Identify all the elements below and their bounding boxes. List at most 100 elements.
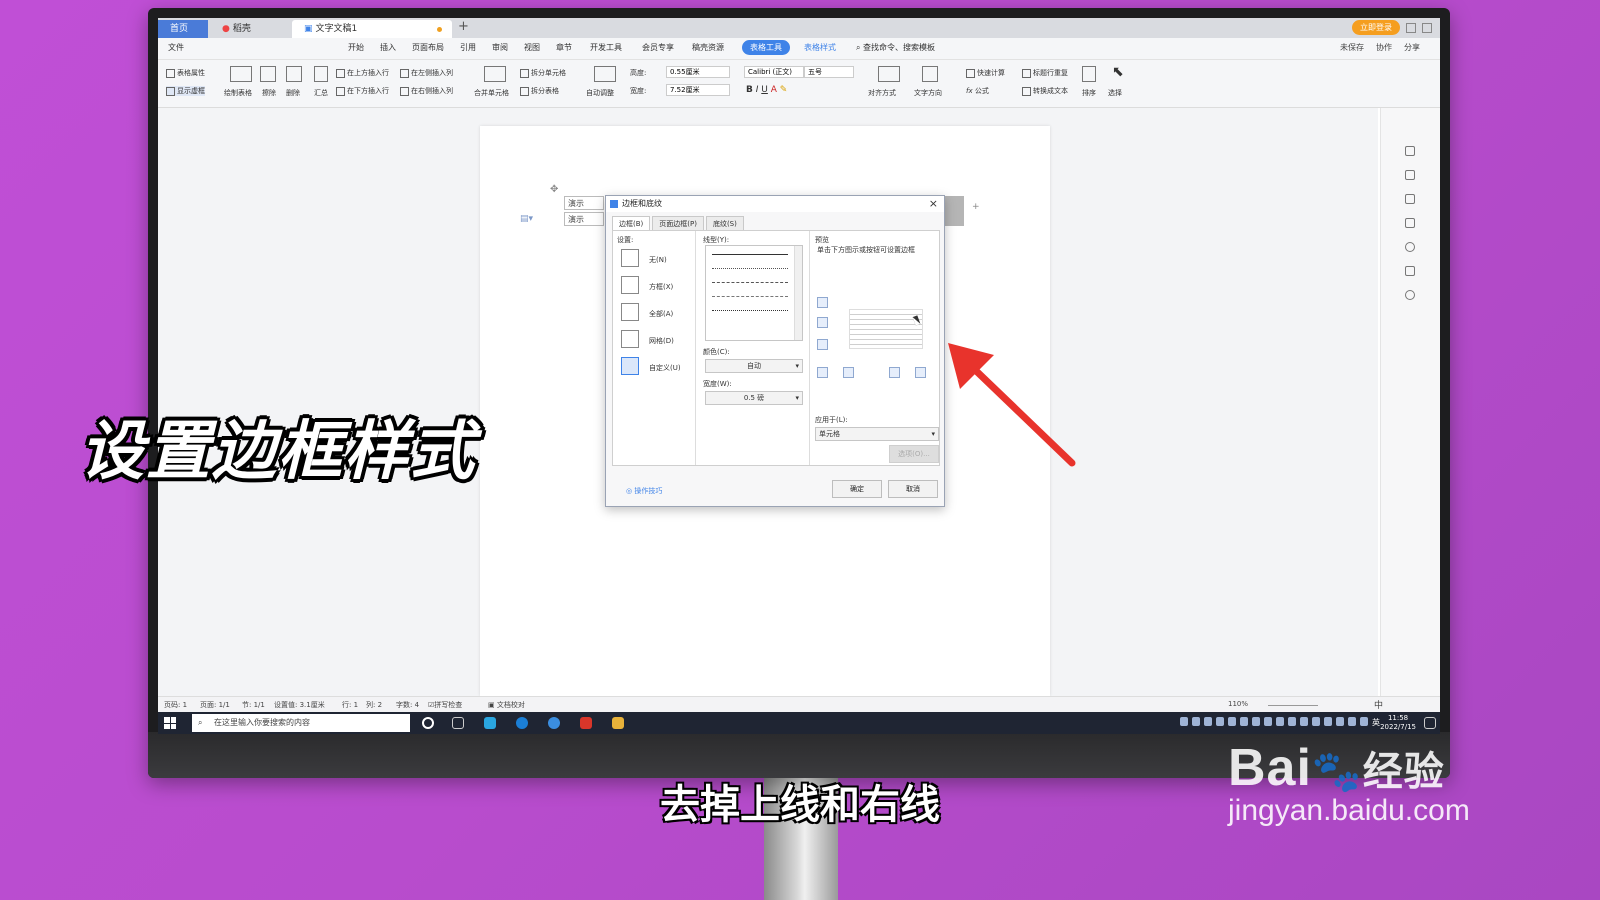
sum-label[interactable]: 汇总	[314, 88, 328, 98]
select-cursor-icon[interactable]: ⬉	[1112, 64, 1124, 80]
delete-label[interactable]: 删除	[286, 88, 300, 98]
tab-shading[interactable]: 底纹(S)	[705, 216, 744, 231]
menu-table-style[interactable]: 表格样式	[804, 42, 836, 53]
formula-button[interactable]: fx 公式	[966, 86, 989, 96]
font-color-icon[interactable]: A	[771, 85, 777, 95]
ok-button[interactable]: 确定	[832, 480, 882, 498]
setting-grid[interactable]: 网格(D)	[649, 336, 674, 346]
text-direction-label[interactable]: 文字方向	[914, 88, 942, 98]
to-text-button[interactable]: 转换成文本	[1022, 86, 1068, 96]
line-dash-long[interactable]	[712, 296, 788, 297]
bold-icon[interactable]: B	[746, 85, 753, 95]
italic-icon[interactable]: I	[756, 85, 759, 95]
menu-table-tools[interactable]: 表格工具	[742, 40, 790, 55]
draw-table-label[interactable]: 绘制表格	[224, 88, 252, 98]
line-dashed[interactable]	[712, 282, 788, 283]
diag-down-toggle-icon[interactable]	[817, 367, 828, 378]
windows-start-icon[interactable]	[164, 717, 176, 729]
setting-custom-icon[interactable]	[621, 357, 639, 375]
merge-cells-label[interactable]: 合并单元格	[474, 88, 509, 98]
location-icon[interactable]	[1405, 290, 1415, 300]
setting-box-icon[interactable]	[621, 276, 639, 294]
menu-layout[interactable]: 页面布局	[412, 42, 444, 53]
top-border-toggle-icon[interactable]	[817, 297, 828, 308]
apply-to-select[interactable]: 单元格	[815, 427, 939, 441]
restore-icon[interactable]	[1406, 22, 1416, 33]
line-list-scrollbar[interactable]	[794, 246, 802, 340]
table-props-button[interactable]: 表格属性	[166, 68, 205, 78]
setting-none[interactable]: 无(N)	[649, 255, 667, 265]
close-window-icon[interactable]	[1422, 22, 1432, 33]
app-icon[interactable]	[548, 717, 560, 729]
header-repeat-button[interactable]: 标题行重复	[1022, 68, 1068, 78]
underline-icon[interactable]: U	[761, 85, 768, 95]
text-direction-icon[interactable]	[922, 66, 938, 82]
font-select[interactable]: Calibri (正文)	[744, 66, 804, 78]
collab-button[interactable]: 协作	[1376, 42, 1392, 53]
setting-box[interactable]: 方框(X)	[649, 282, 673, 292]
tab-daoke[interactable]: ● 稻壳	[210, 20, 288, 38]
menu-developer[interactable]: 开发工具	[590, 42, 622, 53]
wps-icon[interactable]	[580, 717, 592, 729]
style-icon[interactable]	[1405, 146, 1415, 156]
delete-icon[interactable]	[286, 66, 302, 82]
pointer-icon[interactable]	[1405, 194, 1415, 204]
zoom-level[interactable]: 110%	[1228, 700, 1248, 708]
align-label[interactable]: 对齐方式	[868, 88, 896, 98]
share-button[interactable]: 分享	[1404, 42, 1420, 53]
cancel-button[interactable]: 取消	[888, 480, 938, 498]
select-label[interactable]: 选择	[1108, 88, 1122, 98]
add-column-icon[interactable]: +	[972, 202, 980, 212]
setting-all-icon[interactable]	[621, 303, 639, 321]
insert-below-button[interactable]: 在下方插入行	[336, 86, 389, 96]
line-solid[interactable]	[712, 254, 788, 255]
erase-icon[interactable]	[260, 66, 276, 82]
autofit-icon[interactable]	[594, 66, 616, 82]
insert-left-button[interactable]: 在左侧插入列	[400, 68, 453, 78]
sum-icon[interactable]	[314, 66, 328, 82]
search-command[interactable]: ⌕ 查找命令、搜索模板	[856, 42, 935, 53]
spell-check-button[interactable]: ☑拼写检查	[428, 700, 462, 710]
color-select[interactable]: 自动	[705, 359, 803, 373]
menu-resources[interactable]: 稿壳资源	[692, 42, 724, 53]
task-view-icon[interactable]	[452, 717, 464, 729]
insert-right-button[interactable]: 在右侧插入列	[400, 86, 453, 96]
notification-icon[interactable]	[1424, 717, 1436, 729]
show-grid-button[interactable]: 显示虚框	[166, 86, 205, 96]
pen-icon[interactable]	[1405, 170, 1415, 180]
draw-table-icon[interactable]	[230, 66, 252, 82]
split-table-button[interactable]: 拆分表格	[520, 86, 559, 96]
insert-above-button[interactable]: 在上方插入行	[336, 68, 389, 78]
login-button[interactable]: 立即登录	[1352, 20, 1400, 35]
table-cell[interactable]: 演示	[564, 196, 604, 210]
folder-icon[interactable]	[612, 717, 624, 729]
merge-cells-icon[interactable]	[484, 66, 506, 82]
sort-label[interactable]: 排序	[1082, 88, 1096, 98]
menu-chapter[interactable]: 章节	[556, 42, 572, 53]
tab-document[interactable]: ▣ 文字文稿1	[292, 20, 452, 38]
line-dash-dot[interactable]	[712, 310, 788, 311]
clock[interactable]: 11:58 2022/7/15	[1380, 714, 1416, 732]
table-move-handle-icon[interactable]: ✥	[550, 184, 558, 195]
unsaved-button[interactable]: 未保存	[1340, 42, 1364, 53]
line-dotted[interactable]	[712, 268, 788, 269]
menu-home[interactable]: 开始	[348, 42, 364, 53]
browser-icon[interactable]	[484, 717, 496, 729]
adjust-icon[interactable]	[1405, 218, 1415, 228]
width-select[interactable]: 0.5 磅	[705, 391, 803, 405]
menu-file[interactable]: 文件	[168, 42, 184, 53]
height-input[interactable]: 0.55厘米	[666, 66, 730, 78]
setting-custom[interactable]: 自定义(U)	[649, 363, 681, 373]
right-border-toggle-icon[interactable]	[915, 367, 926, 378]
split-cell-button[interactable]: 拆分单元格	[520, 68, 566, 78]
help-icon[interactable]	[1405, 242, 1415, 252]
setting-grid-icon[interactable]	[621, 330, 639, 348]
close-icon[interactable]: ×	[929, 196, 938, 212]
autofit-label[interactable]: 自动调整	[586, 88, 614, 98]
border-preview[interactable]	[849, 309, 923, 349]
width-input[interactable]: 7.52厘米	[666, 84, 730, 96]
setting-none-icon[interactable]	[621, 249, 639, 267]
inner-horizontal-toggle-icon[interactable]	[817, 317, 828, 328]
new-tab-icon[interactable]: +	[458, 19, 469, 34]
menu-reference[interactable]: 引用	[460, 42, 476, 53]
